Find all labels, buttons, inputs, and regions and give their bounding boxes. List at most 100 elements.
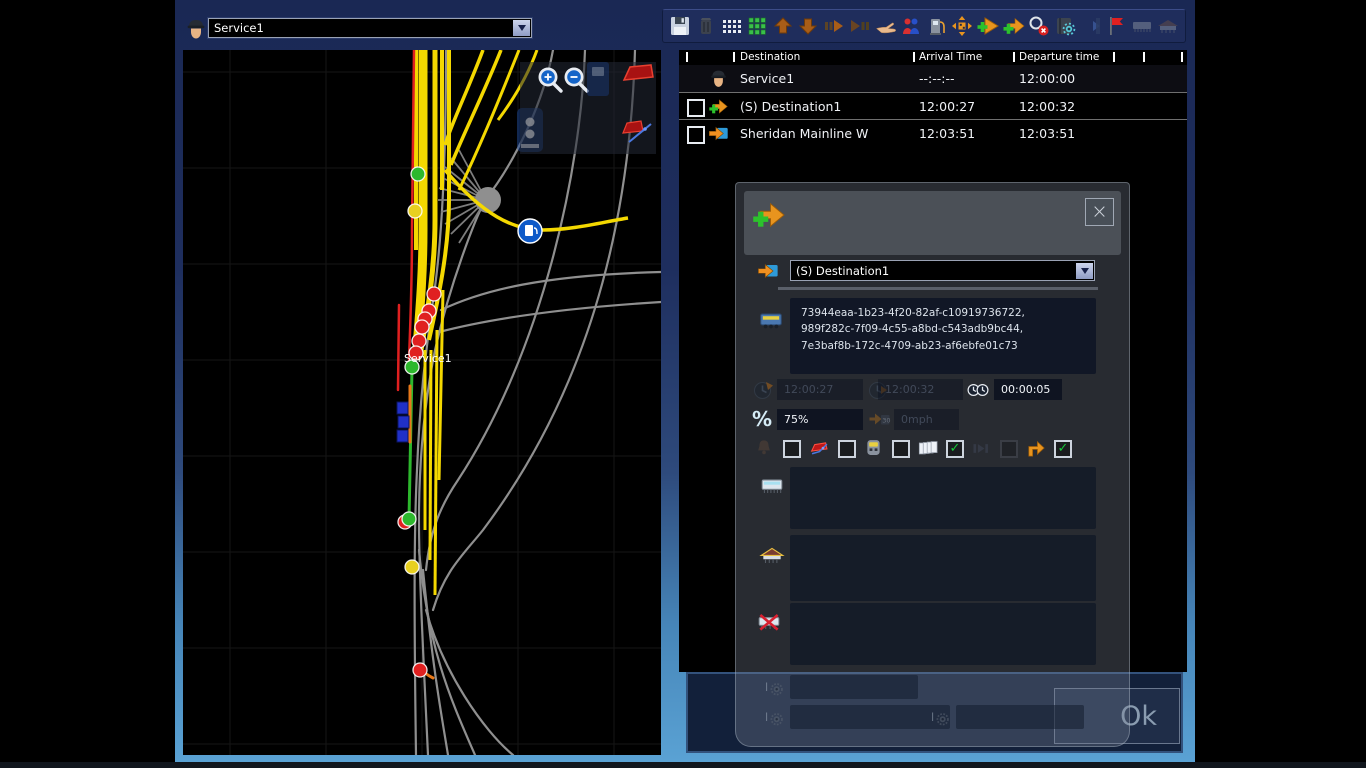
col-destination: Destination bbox=[740, 51, 800, 63]
guid-line: 989f282c-7f09-4c55-a8bd-c543adb9bc44, bbox=[801, 321, 1096, 337]
option-checkbox[interactable] bbox=[838, 440, 856, 458]
station-icon bbox=[759, 543, 785, 569]
option-checkbox[interactable] bbox=[783, 440, 801, 458]
train-cars bbox=[397, 402, 409, 442]
table-header: Destination Arrival Time Departure time bbox=[679, 50, 1187, 65]
load-percent-field[interactable]: 75% bbox=[777, 409, 863, 430]
station-icon[interactable] bbox=[1156, 14, 1180, 38]
option-checkbox[interactable] bbox=[1000, 440, 1018, 458]
row-destination: Sheridan Mainline W bbox=[740, 126, 868, 141]
top-toolbar: Service1 bbox=[175, 0, 1195, 50]
step-forward-icon[interactable] bbox=[822, 14, 846, 38]
import-icon[interactable] bbox=[1079, 14, 1103, 38]
move-up-icon[interactable] bbox=[771, 14, 795, 38]
row-arrival: 12:03:51 bbox=[919, 126, 975, 141]
option-checkbox[interactable] bbox=[892, 440, 910, 458]
add-destination-row-icon bbox=[708, 96, 729, 117]
table-row[interactable]: Sheridan Mainline W 12:03:51 12:03:51 bbox=[679, 119, 1187, 147]
destination-dialog: × (S) Destination1 73944eaa-1b23-4f20-82… bbox=[735, 182, 1130, 747]
move-down-icon[interactable] bbox=[796, 14, 820, 38]
signal-icon bbox=[809, 438, 830, 459]
col-arrival: Arrival Time bbox=[919, 51, 982, 63]
dwell-clocks-icon bbox=[964, 378, 992, 402]
fuel-point-icon[interactable] bbox=[518, 219, 542, 243]
station-list[interactable] bbox=[790, 535, 1096, 601]
row-arrival: --:--:-- bbox=[919, 71, 955, 86]
departure-time-field[interactable]: 12:00:32 bbox=[878, 379, 963, 400]
option-checkbox[interactable]: ✓ bbox=[1054, 440, 1072, 458]
expand-icon[interactable] bbox=[950, 14, 974, 38]
dwell-time-field[interactable]: 00:00:05 bbox=[994, 379, 1062, 400]
table-row[interactable]: Service1 --:--:-- 12:00:00 bbox=[679, 65, 1187, 92]
destination-icon bbox=[756, 260, 780, 282]
toolbar bbox=[662, 9, 1186, 43]
fuel-pump-toggle-icon[interactable] bbox=[587, 62, 609, 96]
taskbar bbox=[0, 762, 1366, 768]
track-map[interactable]: Service1 bbox=[183, 50, 661, 755]
arrival-time-field[interactable]: 12:00:27 bbox=[777, 379, 863, 400]
option-checkbox[interactable]: ✓ bbox=[946, 440, 964, 458]
driver-avatar-icon bbox=[184, 15, 208, 43]
row-departure: 12:00:32 bbox=[1019, 99, 1075, 114]
dropdown-arrow-icon[interactable] bbox=[1076, 263, 1093, 279]
percent-icon: % bbox=[752, 407, 778, 433]
table-row[interactable]: (S) Destination1 12:00:27 12:00:32 bbox=[679, 92, 1187, 120]
option-field[interactable] bbox=[790, 705, 950, 729]
speed-field[interactable]: 0mph bbox=[894, 409, 959, 430]
no-stop-list[interactable] bbox=[790, 603, 1096, 665]
dialog-header: × bbox=[744, 191, 1121, 255]
row-checkbox[interactable] bbox=[687, 126, 705, 144]
grid-large-icon[interactable] bbox=[745, 14, 769, 38]
destination-row-icon bbox=[708, 123, 729, 144]
row-checkbox[interactable] bbox=[687, 99, 705, 117]
platform-icon[interactable] bbox=[1130, 14, 1154, 38]
step-into-icon[interactable] bbox=[848, 14, 872, 38]
app-window: Service1 bbox=[175, 0, 1195, 762]
stack-icon bbox=[917, 437, 939, 459]
gear-field-icon: I bbox=[764, 707, 785, 728]
close-button[interactable]: × bbox=[1085, 198, 1114, 226]
option-field[interactable] bbox=[790, 675, 918, 699]
service-selector[interactable]: Service1 bbox=[208, 18, 532, 38]
driver-row-icon bbox=[708, 68, 729, 89]
svg-text:I: I bbox=[765, 680, 768, 694]
platform-icon bbox=[759, 473, 785, 499]
schedule-table: Destination Arrival Time Departure time … bbox=[679, 50, 1187, 146]
arrival-clock-icon bbox=[752, 378, 776, 402]
rulebook-icon[interactable] bbox=[1053, 14, 1077, 38]
track-map-canvas: Service1 bbox=[183, 50, 661, 755]
col-departure: Departure time bbox=[1019, 51, 1099, 63]
option-field[interactable] bbox=[956, 705, 1084, 729]
dropdown-arrow-icon[interactable] bbox=[513, 20, 530, 36]
service-selector-value: Service1 bbox=[209, 21, 513, 35]
row-departure: 12:03:51 bbox=[1019, 126, 1075, 141]
crew-icon[interactable] bbox=[899, 14, 923, 38]
save-icon[interactable] bbox=[668, 14, 692, 38]
row-destination: Service1 bbox=[740, 71, 794, 86]
hand-icon[interactable] bbox=[873, 14, 897, 38]
divider bbox=[778, 287, 1098, 290]
guid-line: 7e3baf8b-172c-4709-ab23-af6ebfe01c73 bbox=[801, 338, 1096, 354]
consist-guid-box[interactable]: 73944eaa-1b23-4f20-82af-c10919736722, 98… bbox=[790, 298, 1096, 374]
gear-field-icon: I bbox=[764, 677, 785, 698]
add-service-icon[interactable] bbox=[976, 14, 1000, 38]
svg-text:I: I bbox=[931, 710, 934, 724]
add-destination-icon[interactable] bbox=[1002, 14, 1026, 38]
grid-small-icon[interactable] bbox=[719, 14, 743, 38]
add-destination-icon bbox=[751, 197, 787, 233]
delete-icon[interactable] bbox=[694, 14, 718, 38]
flag-icon[interactable] bbox=[1104, 14, 1128, 38]
guid-line: 73944eaa-1b23-4f20-82af-c10919736722, bbox=[801, 305, 1096, 321]
row-arrival: 12:00:27 bbox=[919, 99, 975, 114]
skip-icon bbox=[970, 438, 991, 459]
uturn-icon bbox=[1024, 436, 1047, 459]
train-icon bbox=[863, 437, 884, 458]
gear-field-icon: I bbox=[930, 707, 951, 728]
speed-limit-icon: 30 bbox=[867, 408, 891, 432]
desktop: Service1 bbox=[0, 0, 1366, 768]
clear-search-icon[interactable] bbox=[1027, 14, 1051, 38]
train-label: Service1 bbox=[404, 352, 452, 365]
fuel-icon[interactable] bbox=[925, 14, 949, 38]
platform-list[interactable] bbox=[790, 467, 1096, 529]
destination-select[interactable]: (S) Destination1 bbox=[790, 260, 1095, 281]
